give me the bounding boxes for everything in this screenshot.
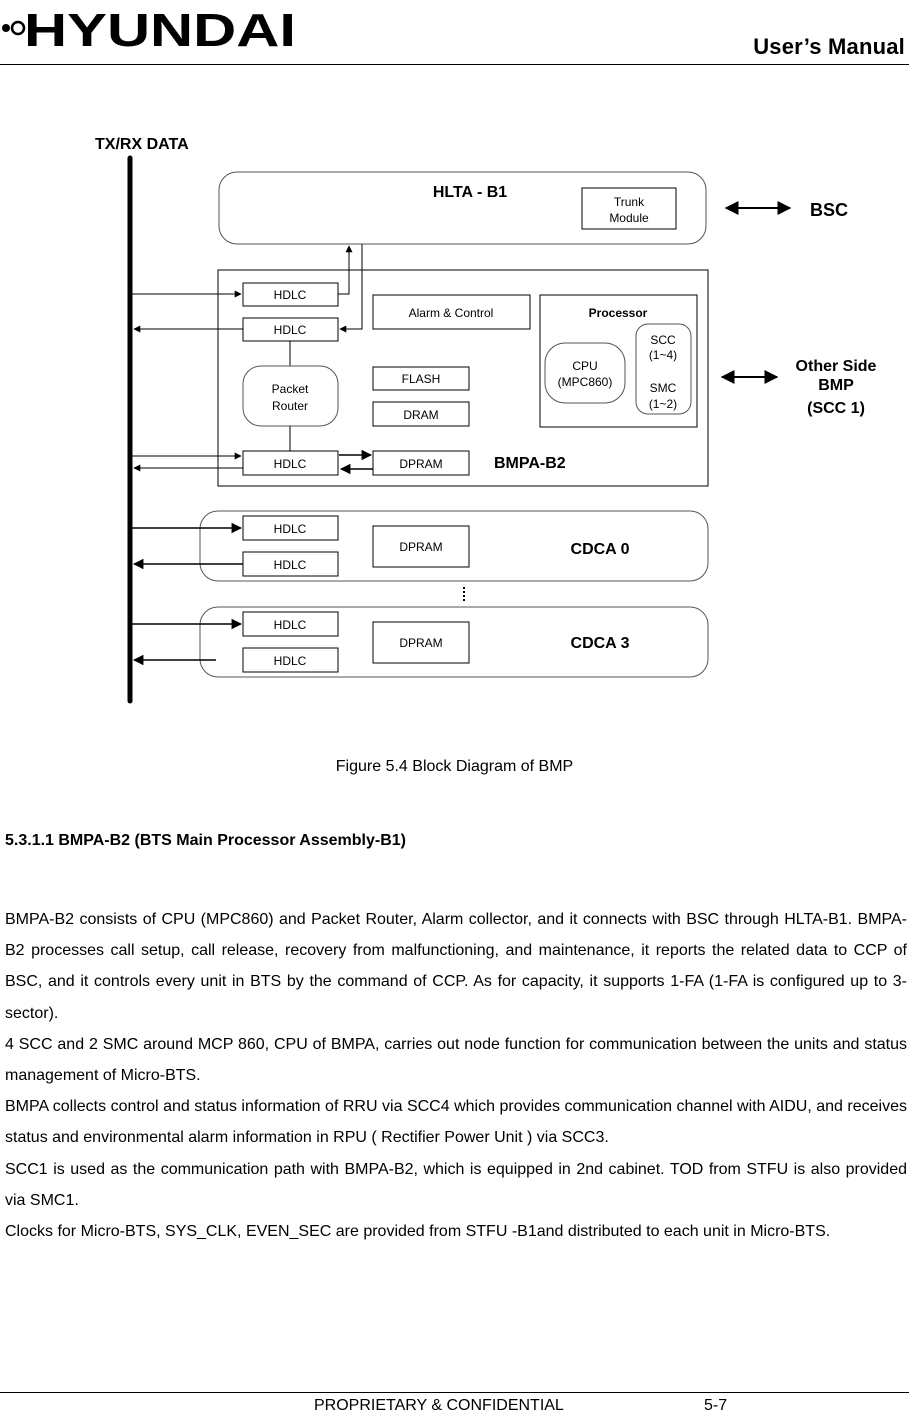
paragraph: SCC1 is used as the communication path w… xyxy=(5,1160,907,1209)
bmpa-hdlc-top-label: HDLC xyxy=(274,288,307,302)
bsc-label: BSC xyxy=(810,200,848,220)
section-heading: 5.3.1.1 BMPA-B2 (BTS Main Processor Asse… xyxy=(5,832,407,849)
cdca-3-dpram-label: DPRAM xyxy=(399,636,442,650)
packet-router-label-2: Router xyxy=(272,399,308,413)
cdca-0-hdlc-in-label: HDLC xyxy=(274,522,307,536)
bmp-block-diagram: TX/RX DATA HLTA - B1 Trunk Module BSC BM… xyxy=(95,136,877,704)
paragraph: 4 SCC and 2 SMC around MCP 860, CPU of B… xyxy=(5,1035,907,1085)
other-side-label-2: BMP xyxy=(818,377,854,394)
cpu-label-1: CPU xyxy=(572,359,597,373)
smc-label-2: (1~2) xyxy=(649,397,677,411)
flash-label: FLASH xyxy=(402,372,441,386)
footer-confidential: PROPRIETARY & CONFIDENTIAL xyxy=(314,1397,564,1414)
cdca-3-title: CDCA 3 xyxy=(571,635,630,652)
cpu-block xyxy=(544,342,626,404)
cdca-3-hdlc-out-label: HDLC xyxy=(274,654,307,668)
paragraph: BMPA-B2 consists of CPU (MPC860) and Pac… xyxy=(5,911,907,1022)
page-number: 5-7 xyxy=(704,1397,728,1414)
alarm-control-label: Alarm & Control xyxy=(409,306,494,320)
smc-label-1: SMC xyxy=(650,381,677,395)
paragraph: BMPA collects control and status informa… xyxy=(5,1098,907,1147)
footer-divider xyxy=(0,1392,909,1393)
other-side-label-3: (SCC 1) xyxy=(807,400,865,417)
cdca-0-dpram-label: DPRAM xyxy=(399,540,442,554)
bmpa-hdlc-bottom-label: HDLC xyxy=(274,457,307,471)
hlta-b1-title: HLTA - B1 xyxy=(433,184,507,201)
bmpa-b2-title: BMPA-B2 xyxy=(494,455,566,472)
bus-label: TX/RX DATA xyxy=(95,136,189,153)
trunk-module-label-1: Trunk xyxy=(614,195,645,209)
trunk-module-label-2: Module xyxy=(609,211,649,225)
packet-router-label-1: Packet xyxy=(272,382,309,396)
processor-title: Processor xyxy=(589,306,648,320)
packet-router-block xyxy=(242,365,339,427)
dram-label: DRAM xyxy=(403,408,438,422)
cpu-label-2: (MPC860) xyxy=(558,375,613,389)
cdca-0-hdlc-out-label: HDLC xyxy=(274,558,307,572)
cdca-3-hdlc-in-label: HDLC xyxy=(274,618,307,632)
cdca-0-title: CDCA 0 xyxy=(571,541,630,558)
body-text: BMPA-B2 consists of CPU (MPC860) and Pac… xyxy=(5,904,907,1247)
figure-caption: Figure 5.4 Block Diagram of BMP xyxy=(335,758,574,775)
bmpa-dpram-label: DPRAM xyxy=(399,457,442,471)
scc-label-1: SCC xyxy=(650,333,676,347)
bmpa-hdlc-mid-label: HDLC xyxy=(274,323,307,337)
other-side-label-1: Other Side xyxy=(796,358,877,375)
paragraph: Clocks for Micro-BTS, SYS_CLK, EVEN_SEC … xyxy=(5,1223,831,1241)
scc-label-2: (1~4) xyxy=(649,348,677,362)
